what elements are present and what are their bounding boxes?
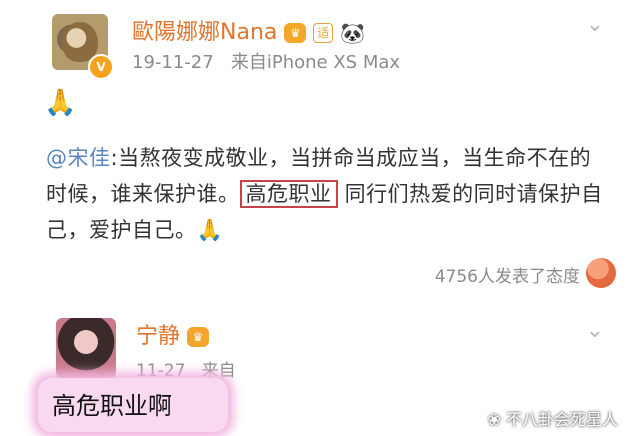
- highlight-box: 高危职业: [239, 180, 338, 208]
- pray-emoji-trailing: 🙏: [196, 218, 224, 242]
- chevron-down-icon[interactable]: ⌄: [586, 318, 604, 343]
- author-name[interactable]: 歐陽娜娜Nana: [132, 20, 277, 45]
- commenter-name[interactable]: 宁静: [136, 324, 180, 349]
- commenter-avatar[interactable]: [56, 318, 116, 378]
- crown-icon: ♛: [187, 327, 210, 347]
- watermark: ❀ 不八卦会死星人: [487, 410, 618, 429]
- pray-emoji: 🙏: [44, 88, 77, 118]
- watermark-text: 不八卦会死星人: [505, 410, 618, 429]
- commenter-header: 宁静 ♛: [136, 318, 210, 350]
- post-text: @宋佳:当熬夜变成敬业，当拼命当成应当，当生命不在的时候，谁来保护谁。 高危职业 …: [46, 140, 606, 248]
- chevron-down-icon[interactable]: ⌄: [586, 12, 604, 37]
- post-timestamp: 19-11-27: [132, 52, 214, 73]
- tie-icon: 适: [313, 23, 334, 43]
- author-header: 歐陽娜娜Nana ♛ 适 🐼: [132, 14, 365, 46]
- post-source: 来自iPhone XS Max: [230, 52, 401, 73]
- reaction-face-icon[interactable]: [586, 258, 616, 288]
- mention-link[interactable]: @宋佳: [46, 146, 111, 170]
- crown-icon: ♛: [284, 23, 307, 43]
- panda-icon: 🐼: [340, 21, 366, 45]
- v-badge-icon: V: [88, 54, 114, 80]
- post-meta: 19-11-27 来自iPhone XS Max: [132, 48, 400, 74]
- comment-text: 高危职业啊: [52, 392, 172, 420]
- reaction-count[interactable]: 4756人发表了态度: [435, 262, 580, 287]
